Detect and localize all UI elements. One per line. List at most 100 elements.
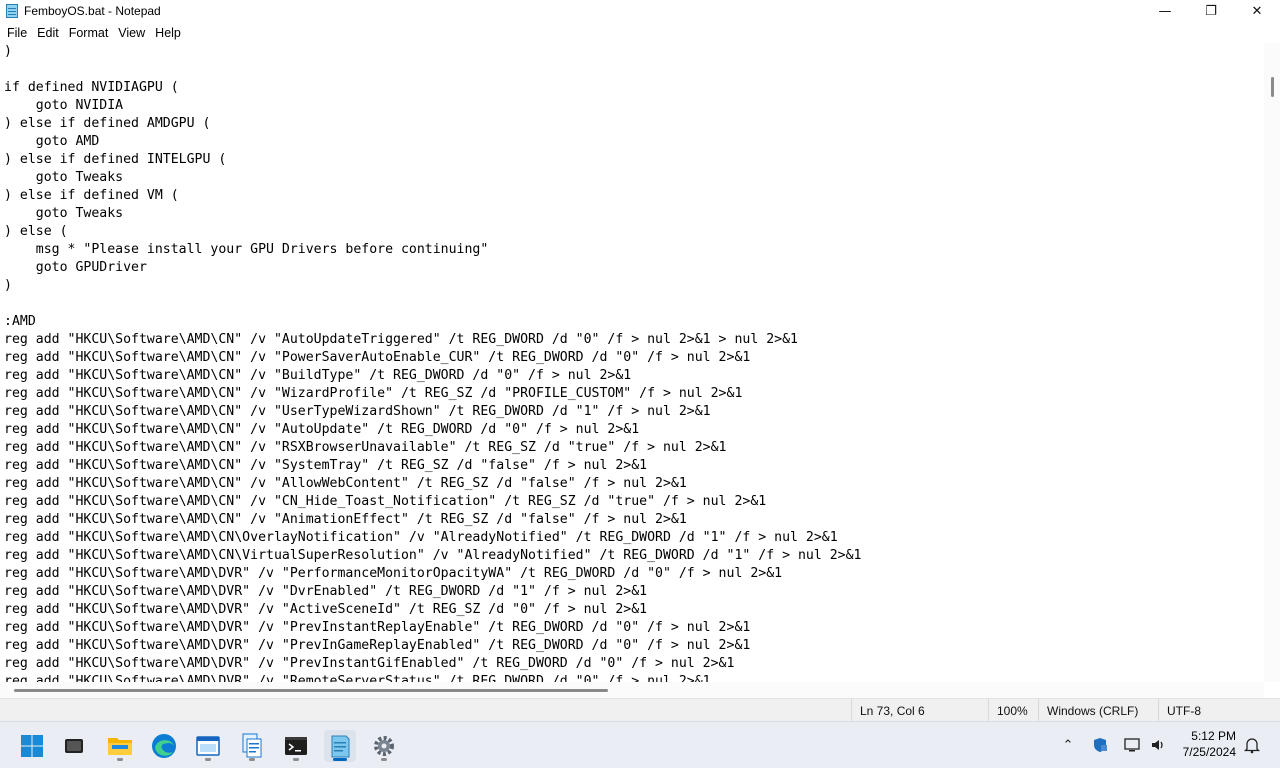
show-hidden-icons-button[interactable]: ⌃: [1058, 735, 1078, 755]
running-indicator: [381, 758, 387, 761]
window-app-button[interactable]: [192, 730, 224, 762]
code-line: if defined NVIDIAGPU (: [4, 80, 179, 95]
network-tray-button[interactable]: [1122, 735, 1142, 755]
code-line: reg add "HKCU\Software\AMD\DVR" /v "Acti…: [4, 602, 648, 617]
code-line: reg add "HKCU\Software\AMD\DVR" /v "Prev…: [4, 638, 751, 653]
text-editor[interactable]: ) if defined NVIDIAGPU ( goto NVIDIA ) els…: [0, 43, 1264, 682]
close-button[interactable]: ✕: [1234, 0, 1280, 22]
task-view-button[interactable]: [58, 730, 90, 762]
active-indicator: [333, 758, 347, 761]
running-indicator: [117, 758, 123, 761]
code-line: reg add "HKCU\Software\AMD\CN" /v "Build…: [4, 368, 632, 383]
menu-format[interactable]: Format: [64, 26, 114, 40]
taskbar: ⌃ 5:12 PM 7/25/2024: [0, 721, 1280, 768]
clock-time: 5:12 PM: [1191, 729, 1236, 743]
chevron-up-icon: ⌃: [1062, 737, 1074, 753]
start-button[interactable]: [16, 730, 48, 762]
running-indicator: [293, 758, 299, 761]
folder-icon: [108, 738, 132, 755]
speaker-icon: [1152, 740, 1163, 750]
code-line: :AMD: [4, 314, 36, 329]
settings-button[interactable]: [368, 730, 400, 762]
menu-view[interactable]: View: [113, 26, 150, 40]
shield-icon: [1094, 738, 1107, 752]
running-indicator: [205, 758, 211, 761]
notepad-icon: [5, 4, 19, 18]
code-line: goto AMD: [4, 134, 100, 149]
line-ending: Windows (CRLF): [1038, 699, 1158, 722]
code-line: reg add "HKCU\Software\AMD\CN" /v "RSXBr…: [4, 440, 727, 455]
code-line: ): [4, 278, 12, 293]
code-line: reg add "HKCU\Software\AMD\CN" /v "AutoU…: [4, 422, 640, 437]
menu-edit[interactable]: Edit: [32, 26, 64, 40]
notepad-taskbar-button[interactable]: [324, 730, 356, 762]
document-app-button[interactable]: [236, 730, 268, 762]
code-line: reg add "HKCU\Software\AMD\CN" /v "Syste…: [4, 458, 648, 473]
clock-date: 7/25/2024: [1182, 745, 1236, 759]
code-line: reg add "HKCU\Software\AMD\DVR" /v "Prev…: [4, 656, 735, 671]
volume-tray-button[interactable]: [1148, 735, 1168, 755]
edge-button[interactable]: [148, 730, 180, 762]
code-line: reg add "HKCU\Software\AMD\CN" /v "Allow…: [4, 476, 687, 491]
code-line: reg add "HKCU\Software\AMD\CN\VirtualSup…: [4, 548, 862, 563]
code-line: reg add "HKCU\Software\AMD\CN" /v "AutoU…: [4, 332, 798, 347]
network-icon: [1124, 738, 1140, 752]
code-line: reg add "HKCU\Software\AMD\CN" /v "Wizar…: [4, 386, 743, 401]
clock[interactable]: 5:12 PM 7/25/2024: [1166, 728, 1236, 760]
title-bar: FemboyOS.bat - Notepad — ❐ ✕: [0, 0, 1280, 22]
app-window-icon: [196, 736, 220, 756]
minimize-icon: —: [1158, 3, 1172, 19]
notification-bell-icon: [1243, 738, 1261, 754]
running-indicator: [249, 758, 255, 761]
security-tray-button[interactable]: [1090, 735, 1110, 755]
minimize-button[interactable]: —: [1142, 0, 1188, 22]
cursor-position: Ln 73, Col 6: [851, 699, 988, 722]
code-line: reg add "HKCU\Software\AMD\DVR" /v "Remo…: [4, 674, 711, 682]
code-line: reg add "HKCU\Software\AMD\CN\OverlayNot…: [4, 530, 838, 545]
code-line: goto NVIDIA: [4, 98, 124, 113]
maximize-button[interactable]: ❐: [1188, 0, 1234, 22]
code-line: reg add "HKCU\Software\AMD\CN" /v "UserT…: [4, 404, 711, 419]
code-line: ): [4, 44, 12, 59]
document-icon: [242, 733, 262, 758]
task-view-icon: [65, 739, 83, 753]
code-line: ) else if defined AMDGPU (: [4, 116, 211, 131]
code-line: reg add "HKCU\Software\AMD\CN" /v "Power…: [4, 350, 751, 365]
code-line: reg add "HKCU\Software\AMD\CN" /v "CN_Hi…: [4, 494, 767, 509]
vertical-scroll-thumb[interactable]: [1271, 77, 1274, 97]
close-icon: ✕: [1251, 3, 1263, 19]
gear-icon: [374, 736, 394, 756]
edge-browser-icon: [152, 734, 176, 758]
notepad-app-icon: [331, 735, 350, 758]
restore-icon: ❐: [1205, 3, 1217, 19]
status-bar: Ln 73, Col 6 100% Windows (CRLF) UTF-8: [0, 698, 1280, 722]
code-line: ) else if defined INTELGPU (: [4, 152, 227, 167]
code-line: reg add "HKCU\Software\AMD\CN" /v "Anima…: [4, 512, 687, 527]
menu-help[interactable]: Help: [150, 26, 186, 40]
code-line: ) else (: [4, 224, 68, 239]
menu-file[interactable]: File: [2, 26, 32, 40]
file-explorer-button[interactable]: [104, 730, 136, 762]
code-line: goto Tweaks: [4, 206, 124, 221]
code-line: reg add "HKCU\Software\AMD\DVR" /v "DvrE…: [4, 584, 648, 599]
editor-content: ) if defined NVIDIAGPU ( goto NVIDIA ) els…: [4, 43, 861, 682]
vertical-scrollbar[interactable]: [1264, 43, 1280, 682]
horizontal-scrollbar[interactable]: [0, 682, 1264, 698]
zoom-level: 100%: [988, 699, 1038, 722]
horizontal-scroll-thumb[interactable]: [14, 689, 608, 692]
code-line: reg add "HKCU\Software\AMD\DVR" /v "Perf…: [4, 566, 783, 581]
encoding: UTF-8: [1158, 699, 1280, 722]
window-title: FemboyOS.bat - Notepad: [24, 4, 161, 18]
code-line: goto GPUDriver: [4, 260, 147, 275]
code-line: msg * "Please install your GPU Drivers b…: [4, 242, 489, 257]
code-line: goto Tweaks: [4, 170, 124, 185]
menu-bar: File Edit Format View Help: [0, 22, 1280, 43]
terminal-icon: [285, 737, 307, 755]
terminal-button[interactable]: [280, 730, 312, 762]
code-line: ) else if defined VM (: [4, 188, 179, 203]
window-controls: — ❐ ✕: [1142, 0, 1280, 22]
notification-button[interactable]: [1242, 735, 1262, 755]
windows-logo-icon: [21, 735, 43, 757]
